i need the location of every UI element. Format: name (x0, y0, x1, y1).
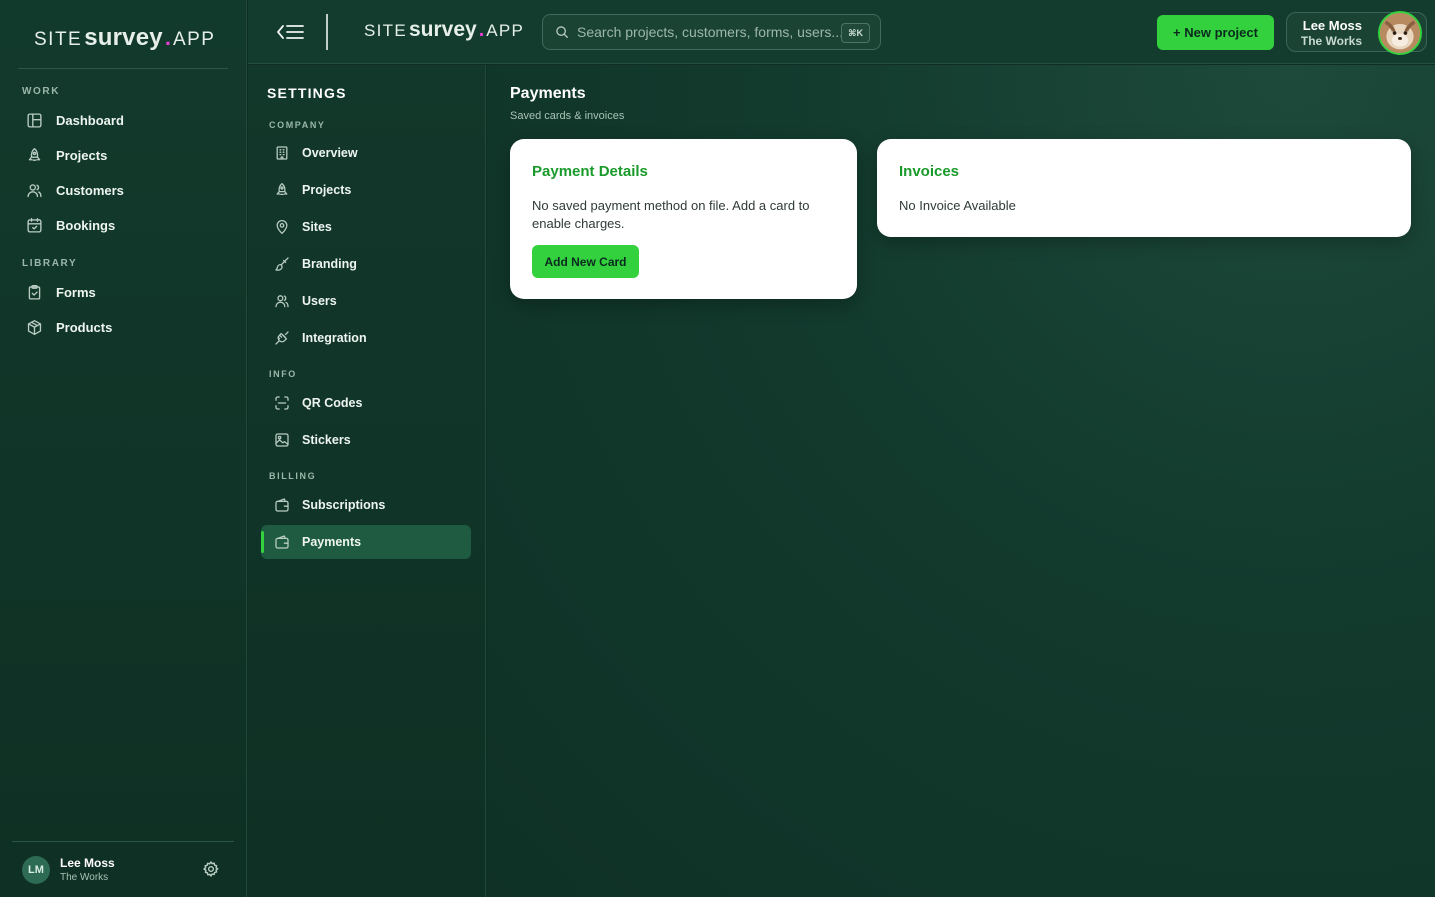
settings-section-billing: BILLING (269, 471, 317, 481)
sidebar-item-products[interactable]: Products (14, 311, 233, 343)
new-project-button[interactable]: + New project (1157, 15, 1274, 50)
settings-item-label: Users (302, 294, 337, 308)
sidebar-item-label: Products (56, 319, 113, 335)
payment-details-text: No saved payment method on file. Add a c… (532, 197, 810, 233)
sidebar-divider (18, 68, 228, 69)
rocket-icon (276, 182, 288, 196)
dashboard-icon (27, 112, 42, 128)
invoices-card: Invoices No Invoice Available (877, 139, 1411, 237)
settings-item-label: Projects (302, 183, 352, 197)
brand-site: SITE (364, 21, 407, 40)
user-org: The Works (1300, 34, 1362, 48)
sidebar-user-info: Lee Moss The Works (60, 856, 115, 883)
brand-logo[interactable]: SITE survey . APP (34, 24, 215, 52)
payment-details-text-line2: enable charges. (532, 216, 625, 231)
brand-site: SITE (34, 29, 83, 50)
invoices-empty-text: No Invoice Available (899, 198, 1016, 213)
section-label-work: WORK (22, 86, 61, 97)
settings-item-sites[interactable]: Sites (261, 210, 471, 244)
brand-survey: survey (84, 24, 163, 51)
building-icon (276, 146, 288, 160)
clipboard-icon (28, 284, 41, 300)
main-content: Payments Saved cards & invoices Payment … (487, 65, 1435, 897)
settings-item-branding[interactable]: Branding (261, 247, 471, 281)
sidebar-item-label: Forms (56, 284, 96, 300)
page-subtitle: Saved cards & invoices (510, 110, 625, 122)
brand-app: APP (172, 29, 216, 50)
topbar-brand-logo[interactable]: SITE survey . APP (364, 18, 524, 42)
gear-icon[interactable] (202, 860, 220, 878)
brush-icon (275, 257, 289, 271)
settings-nav: SETTINGS COMPANY Overview Projects Sites… (248, 65, 486, 897)
settings-section-company: COMPANY (269, 120, 326, 130)
main-sidebar: SITE survey . APP WORK Dashboard Project… (0, 0, 247, 897)
settings-item-label: Subscriptions (302, 498, 386, 512)
brand-dot: . (164, 25, 171, 50)
image-icon (275, 433, 289, 447)
user-menu[interactable]: Lee Moss The Works (1286, 11, 1427, 55)
sidebar-item-bookings[interactable]: Bookings (14, 209, 233, 241)
collapse-sidebar-icon[interactable] (276, 20, 306, 44)
settings-section-info: INFO (269, 369, 297, 379)
brand-survey: survey (409, 18, 477, 41)
wallet-icon (275, 535, 289, 549)
add-new-card-button[interactable]: Add New Card (532, 245, 639, 278)
settings-item-users[interactable]: Users (261, 284, 471, 318)
wallet-icon (275, 498, 289, 512)
plug-icon (275, 331, 289, 345)
page-title: Payments (510, 85, 586, 102)
sidebar-item-label: Bookings (56, 217, 116, 233)
search-box[interactable]: ⌘K (542, 14, 881, 50)
calendar-icon (27, 217, 42, 233)
settings-item-stickers[interactable]: Stickers (261, 423, 471, 457)
settings-title: SETTINGS (267, 85, 347, 101)
settings-item-label: Payments (302, 535, 362, 549)
brand-dot: . (478, 19, 485, 41)
search-icon (556, 26, 568, 38)
section-label-library: LIBRARY (22, 258, 78, 269)
user-name: Lee Moss (1302, 18, 1362, 33)
sidebar-item-label: Customers (56, 182, 124, 198)
settings-item-payments[interactable]: Payments (261, 525, 471, 559)
sidebar-item-dashboard[interactable]: Dashboard (14, 104, 233, 136)
avatar: LM (22, 855, 50, 884)
settings-item-label: Sites (302, 220, 332, 234)
settings-item-overview[interactable]: Overview (261, 136, 471, 170)
avatar (1378, 11, 1422, 55)
payment-details-text-line1: No saved payment method on file. Add a c… (532, 198, 810, 213)
invoices-title: Invoices (899, 163, 960, 180)
settings-item-label: Overview (302, 146, 358, 160)
payment-details-card: Payment Details No saved payment method … (510, 139, 857, 299)
sidebar-item-projects[interactable]: Projects (14, 139, 233, 171)
rocket-icon (28, 147, 41, 161)
settings-item-subscriptions[interactable]: Subscriptions (261, 488, 471, 522)
sidebar-item-customers[interactable]: Customers (14, 174, 233, 206)
sidebar-item-label: Projects (56, 147, 108, 163)
settings-item-integration[interactable]: Integration (261, 321, 471, 355)
scan-icon (275, 396, 289, 410)
users-icon (27, 183, 42, 197)
settings-item-label: Integration (302, 331, 367, 345)
user-name: Lee Moss (60, 856, 115, 870)
location-pin-icon (276, 220, 288, 235)
payment-details-title: Payment Details (532, 163, 648, 180)
settings-item-label: Branding (302, 257, 357, 271)
users-icon (275, 295, 289, 308)
settings-item-label: QR Codes (302, 396, 363, 410)
settings-item-qr-codes[interactable]: QR Codes (261, 386, 471, 420)
settings-item-projects[interactable]: Projects (261, 173, 471, 207)
search-shortcut-badge: ⌘K (841, 23, 870, 43)
brand-app: APP (486, 21, 525, 40)
top-bar: SITE survey . APP ⌘K + New project Lee M… (248, 0, 1435, 64)
sidebar-item-forms[interactable]: Forms (14, 276, 233, 308)
search-input[interactable] (577, 24, 847, 40)
settings-item-label: Stickers (302, 433, 351, 447)
box-icon (27, 319, 42, 335)
user-org: The Works (60, 872, 109, 883)
topbar-separator (326, 14, 328, 50)
sidebar-user[interactable]: LM Lee Moss The Works (12, 841, 234, 897)
sidebar-item-label: Dashboard (56, 112, 124, 128)
